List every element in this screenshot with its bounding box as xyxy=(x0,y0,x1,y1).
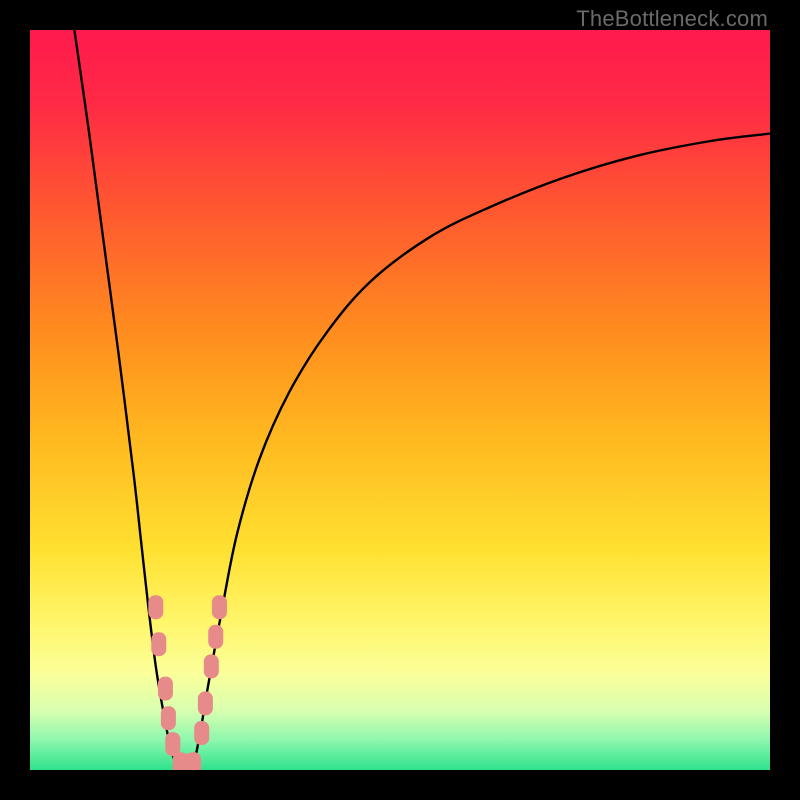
marker-pill xyxy=(212,595,227,619)
marker-pill xyxy=(186,752,201,770)
highlighted-points xyxy=(148,595,227,770)
marker-pill xyxy=(158,677,173,701)
chart-canvas xyxy=(30,30,770,770)
watermark-text: TheBottleneck.com xyxy=(576,6,768,32)
marker-pill xyxy=(151,632,166,656)
marker-pill xyxy=(161,706,176,730)
chart-frame: TheBottleneck.com xyxy=(0,0,800,800)
left-curve xyxy=(74,30,178,770)
plot-area xyxy=(30,30,770,770)
marker-pill xyxy=(148,595,163,619)
marker-pill xyxy=(204,654,219,678)
marker-pill xyxy=(198,691,213,715)
marker-pill xyxy=(208,625,223,649)
marker-pill xyxy=(194,721,209,745)
right-curve xyxy=(193,134,770,770)
